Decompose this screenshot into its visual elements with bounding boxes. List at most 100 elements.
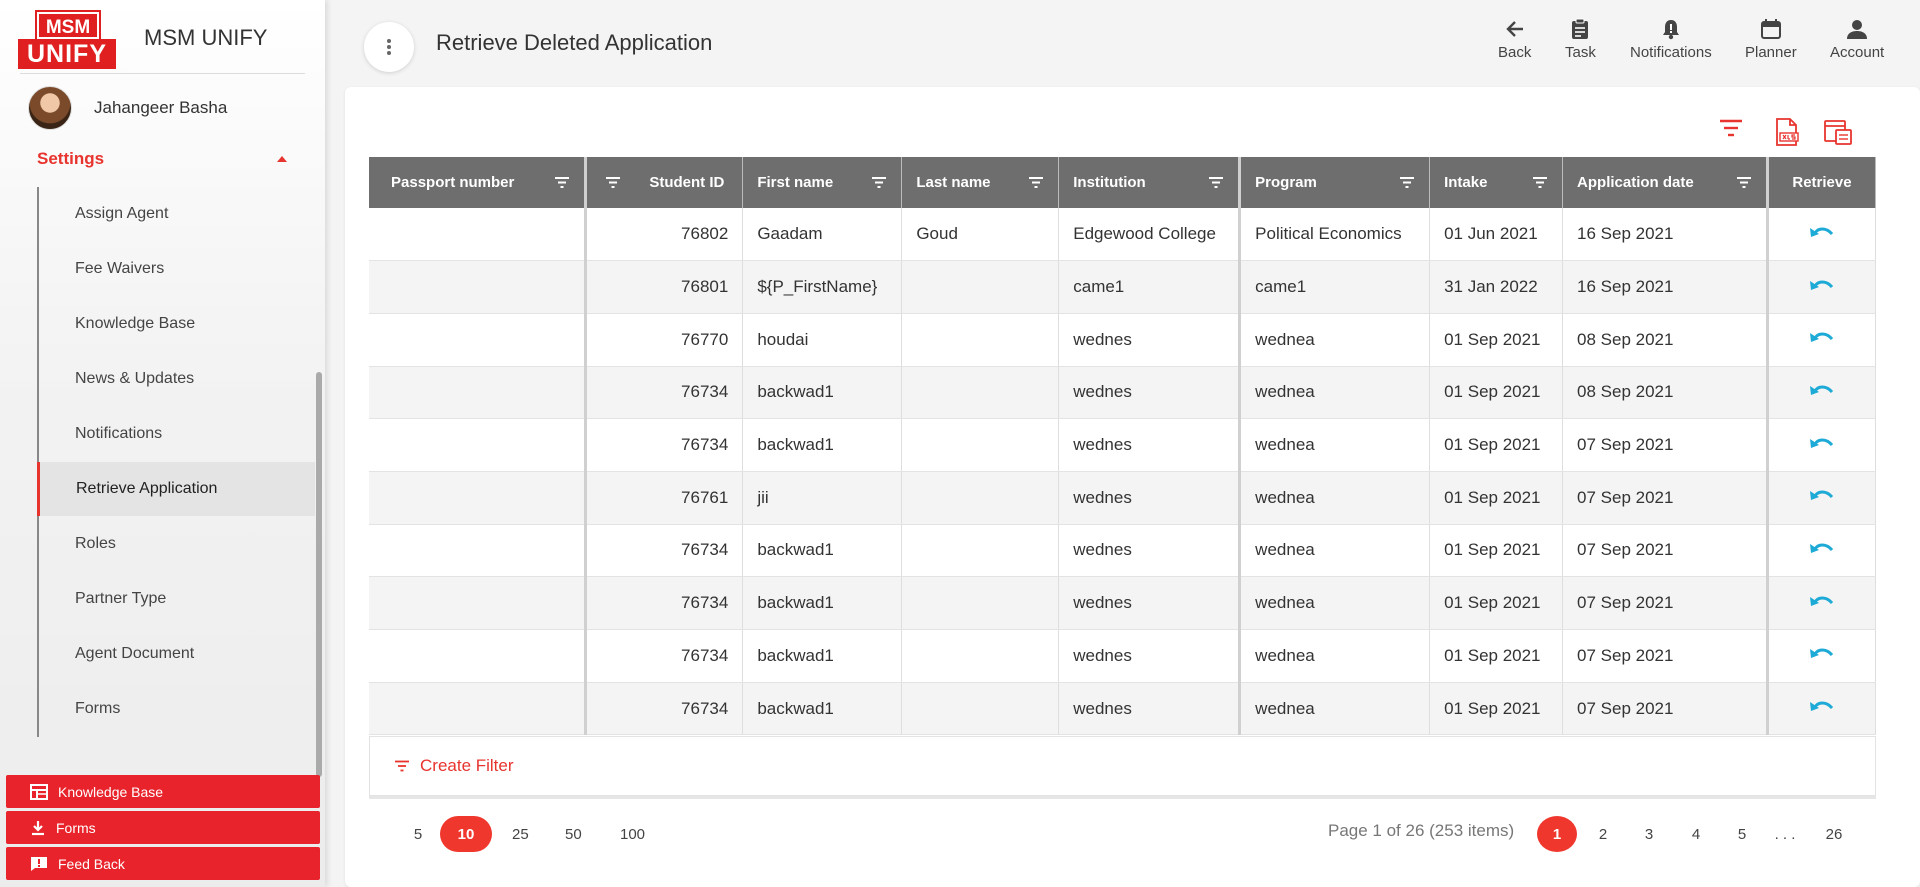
user-profile[interactable]: Jahangeer Basha	[28, 86, 227, 130]
cell-program: wednea	[1239, 629, 1431, 683]
sidebar-item-roles[interactable]: Roles	[39, 517, 317, 571]
divider	[20, 73, 305, 74]
column-header-last-name[interactable]: Last name	[901, 157, 1060, 208]
cell-institution: wednes	[1058, 524, 1242, 578]
table-row[interactable]: 76802 Gaadam Goud Edgewood College Political…	[369, 208, 1877, 262]
more-vertical-icon	[387, 39, 391, 55]
retrieve-button[interactable]	[1767, 366, 1877, 420]
table-row[interactable]: 76734 backwad1 wednes wednea 01 Sep 2021 07 S…	[369, 629, 1877, 683]
cell-institution: wednes	[1058, 366, 1242, 420]
filter-icon	[395, 760, 409, 772]
cell-application-date: 08 Sep 2021	[1562, 366, 1769, 420]
task-button[interactable]: Task	[1565, 18, 1596, 68]
cell-program: Political Economics	[1239, 208, 1431, 262]
column-filter-icon[interactable]	[1208, 176, 1224, 189]
page-size-10[interactable]: 10	[440, 816, 492, 852]
retrieve-button[interactable]	[1767, 418, 1877, 472]
page-5[interactable]: 5	[1722, 816, 1762, 852]
retrieve-button[interactable]	[1767, 471, 1877, 525]
sidebar-section-settings[interactable]: Settings	[37, 147, 287, 171]
retrieve-button[interactable]	[1767, 629, 1877, 683]
export-xls-button[interactable]	[1774, 118, 1800, 151]
column-chooser-button[interactable]	[1824, 118, 1852, 151]
column-filter-icon[interactable]	[554, 176, 570, 189]
retrieve-button[interactable]	[1767, 260, 1877, 314]
cell-last-name	[901, 260, 1060, 314]
back-button[interactable]: Back	[1498, 18, 1531, 68]
table-row[interactable]: 76761 jii wednes wednea 01 Sep 2021 07 Sep 20…	[369, 471, 1877, 525]
table-row[interactable]: 76770 houdai wednes wednea 01 Sep 2021 08 Sep…	[369, 313, 1877, 367]
feedback-button[interactable]: Feed Back	[6, 847, 320, 880]
column-filter-icon[interactable]	[871, 176, 887, 189]
msm-unify-logo[interactable]: MSM UNIFY	[18, 10, 118, 69]
table-row[interactable]: 76801 ${P_FirstName} came1 came1 31 Jan 2022…	[369, 260, 1877, 314]
retrieve-button[interactable]	[1767, 524, 1877, 578]
retrieve-button[interactable]	[1767, 682, 1877, 736]
page-size-100[interactable]: 100	[610, 816, 655, 852]
cell-student-id: 76734	[585, 629, 744, 683]
cell-first-name: jii	[742, 471, 903, 525]
sidebar-item-knowledge-base[interactable]: Knowledge Base	[39, 297, 317, 351]
sidebar-item-partner-type[interactable]: Partner Type	[39, 572, 317, 626]
cell-passport-number	[369, 524, 588, 578]
more-menu-button[interactable]	[364, 22, 414, 72]
column-header-student-id[interactable]: Student ID	[585, 157, 744, 208]
page-2[interactable]: 2	[1583, 816, 1623, 852]
sidebar-item-fee-waivers[interactable]: Fee Waivers	[39, 242, 317, 296]
column-header-application-date[interactable]: Application date	[1562, 157, 1769, 208]
page-size-25[interactable]: 25	[502, 816, 539, 852]
page-1[interactable]: 1	[1537, 816, 1577, 852]
column-filter-icon[interactable]	[605, 176, 621, 189]
sidebar-item-label: News & Updates	[75, 370, 195, 387]
column-header-label: Passport number	[391, 174, 515, 191]
column-filter-icon[interactable]	[1532, 176, 1548, 189]
sidebar-scrollbar[interactable]	[316, 372, 322, 777]
sidebar-item-assign-agent[interactable]: Assign Agent	[39, 187, 317, 241]
page-26[interactable]: 26	[1814, 816, 1854, 852]
sidebar-item-label: Partner Type	[75, 590, 167, 607]
column-filter-icon[interactable]	[1736, 176, 1752, 189]
page-3[interactable]: 3	[1629, 816, 1669, 852]
filter-toggle-button[interactable]	[1719, 118, 1743, 143]
sidebar-item-news-updates[interactable]: News & Updates	[39, 352, 317, 406]
retrieve-button[interactable]	[1767, 313, 1877, 367]
sidebar-item-agent-document[interactable]: Agent Document	[39, 627, 317, 681]
knowledge-base-button[interactable]: Knowledge Base	[6, 775, 320, 808]
sidebar-item-label: Roles	[75, 535, 116, 552]
page-size-5[interactable]: 5	[400, 816, 436, 852]
table-row[interactable]: 76734 backwad1 wednes wednea 01 Sep 2021 07 S…	[369, 524, 1877, 578]
cell-student-id: 76802	[585, 208, 744, 262]
page-4[interactable]: 4	[1676, 816, 1716, 852]
sidebar-item-forms[interactable]: Forms	[39, 682, 317, 736]
column-header-intake[interactable]: Intake	[1429, 157, 1564, 208]
cell-last-name: Goud	[901, 208, 1060, 262]
undo-icon	[1809, 490, 1834, 501]
table-row[interactable]: 76734 backwad1 wednes wednea 01 Sep 2021 07 S…	[369, 418, 1877, 472]
column-header-first-name[interactable]: First name	[742, 157, 903, 208]
sidebar-item-notifications[interactable]: Notifications	[39, 407, 317, 461]
cell-institution: wednes	[1058, 418, 1242, 472]
retrieve-button[interactable]	[1767, 208, 1877, 262]
table-row[interactable]: 76734 backwad1 wednes wednea 01 Sep 2021 07 S…	[369, 682, 1877, 736]
column-filter-icon[interactable]	[1399, 176, 1415, 189]
sidebar-item-retrieve-application[interactable]: Retrieve Application	[37, 462, 315, 516]
arrow-left-icon	[1505, 21, 1523, 37]
xls-file-icon	[1776, 118, 1799, 146]
page-size-50[interactable]: 50	[555, 816, 592, 852]
cell-first-name: backwad1	[742, 682, 903, 736]
retrieve-button[interactable]	[1767, 576, 1877, 630]
forms-button[interactable]: Forms	[6, 811, 320, 844]
column-filter-icon[interactable]	[1028, 176, 1044, 189]
column-header-passport[interactable]: Passport number	[369, 157, 588, 208]
column-header-program[interactable]: Program	[1239, 157, 1431, 208]
cell-application-date: 07 Sep 2021	[1562, 576, 1769, 630]
column-header-institution[interactable]: Institution	[1058, 157, 1242, 208]
create-filter-button[interactable]: Create Filter	[369, 736, 1876, 796]
undo-icon	[1809, 543, 1834, 553]
planner-button[interactable]: Planner	[1745, 18, 1797, 68]
notifications-button[interactable]: Notifications	[1630, 18, 1712, 68]
account-button[interactable]: Account	[1830, 18, 1884, 68]
table-row[interactable]: 76734 backwad1 wednes wednea 01 Sep 2021 08 S…	[369, 366, 1877, 420]
table-row[interactable]: 76734 backwad1 wednes wednea 01 Sep 2021 07 S…	[369, 576, 1877, 630]
app-name: MSM UNIFY	[144, 25, 268, 50]
